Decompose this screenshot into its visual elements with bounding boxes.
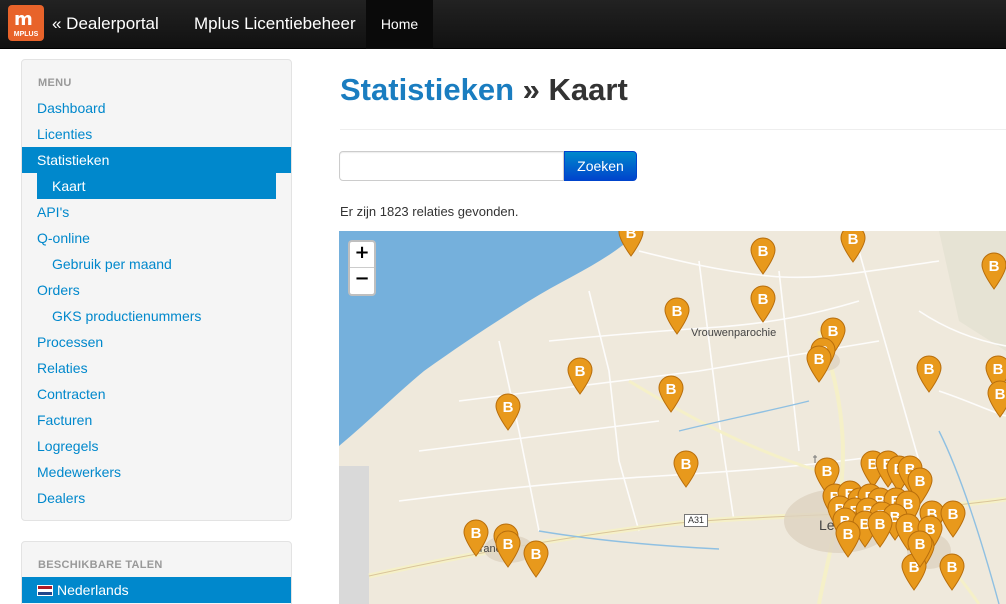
svg-text:B: B [875, 516, 886, 533]
map-marker[interactable]: B [495, 530, 521, 573]
map-marker[interactable]: B [463, 519, 489, 562]
languages-header: BESCHIKBARE TALEN [38, 559, 163, 571]
svg-text:B: B [948, 506, 959, 523]
top-navbar: m MPLUS « Dealerportal Mplus Licentiebeh… [0, 0, 1006, 49]
map-marker[interactable]: B [673, 450, 699, 493]
sidebar-item-relaties[interactable]: Relaties [22, 355, 291, 381]
map-road-a31: A31 [684, 514, 709, 527]
svg-text:B: B [531, 546, 542, 563]
language-label: Nederlands [57, 582, 129, 598]
svg-text:B: B [843, 526, 854, 543]
map-marker[interactable]: B [618, 231, 644, 262]
sidebar-item-contracten[interactable]: Contracten [22, 381, 291, 407]
map-marker[interactable]: B [867, 510, 893, 553]
sidebar-item-kaart[interactable]: Kaart [37, 173, 276, 199]
map-label-vrouwenparochie: Vrouwenparochie [691, 327, 777, 339]
map-marker[interactable]: B [907, 530, 933, 573]
map-marker[interactable]: B [750, 285, 776, 328]
sidebar-item-gebruik-per-maand[interactable]: Gebruik per maand [22, 251, 291, 277]
search-button[interactable]: Zoeken [564, 151, 637, 181]
map-marker[interactable]: B [840, 231, 866, 268]
map-marker[interactable]: B [916, 355, 942, 398]
sidebar-item-facturen[interactable]: Facturen [22, 407, 291, 433]
map-view[interactable]: Vrouwenparochie Franeker Le A31 BBBBBBBB… [339, 231, 1006, 604]
sidebar-item-orders[interactable]: Orders [22, 277, 291, 303]
breadcrumb-statistieken[interactable]: Statistieken [340, 72, 514, 107]
svg-text:B: B [993, 361, 1004, 378]
svg-text:B: B [915, 536, 926, 553]
sidebar-item-apis[interactable]: API's [22, 199, 291, 225]
sidebar-item-dealers[interactable]: Dealers [22, 485, 291, 511]
map-marker[interactable]: B [567, 357, 593, 400]
svg-text:B: B [989, 258, 1000, 275]
zoom-out-button[interactable]: − [350, 268, 374, 294]
map-marker[interactable]: B [750, 237, 776, 280]
sidebar-item-licenties[interactable]: Licenties [22, 121, 291, 147]
sidebar-item-q-online[interactable]: Q-online [22, 225, 291, 251]
breadcrumb-current: Kaart [548, 72, 628, 107]
sidebar-item-statistieken[interactable]: Statistieken [22, 147, 291, 173]
svg-text:B: B [471, 525, 482, 542]
zoom-in-button[interactable]: + [350, 242, 374, 268]
sidebar-item-medewerkers[interactable]: Medewerkers [22, 459, 291, 485]
map-marker[interactable]: B [835, 520, 861, 563]
dutch-flag-icon [37, 585, 53, 596]
map-marker[interactable]: B [523, 540, 549, 583]
app-name[interactable]: Mplus Licentiebeheer [194, 14, 356, 34]
svg-text:B: B [503, 536, 514, 553]
map-marker[interactable]: B [806, 345, 832, 388]
breadcrumb-separator: » [522, 72, 540, 107]
svg-text:B: B [848, 231, 859, 248]
svg-text:B: B [672, 303, 683, 320]
svg-text:B: B [575, 363, 586, 380]
svg-text:B: B [758, 291, 769, 308]
dealerportal-link[interactable]: « Dealerportal [52, 14, 159, 34]
sidebar-item-gks-productienummers[interactable]: GKS productienummers [22, 303, 291, 329]
title-divider [340, 129, 1006, 130]
nav-home[interactable]: Home [366, 0, 433, 49]
svg-text:B: B [758, 243, 769, 260]
map-marker[interactable]: B [658, 375, 684, 418]
svg-text:B: B [915, 473, 926, 490]
language-nederlands[interactable]: Nederlands [22, 577, 291, 603]
map-marker[interactable]: B [987, 380, 1006, 423]
languages-panel: BESCHIKBARE TALEN Nederlands [21, 541, 292, 604]
svg-text:B: B [814, 351, 825, 368]
svg-text:B: B [666, 381, 677, 398]
map-marker[interactable]: B [981, 252, 1006, 295]
search-input[interactable] [339, 151, 564, 181]
menu-header: MENU [38, 77, 72, 89]
map-marker[interactable]: B [495, 393, 521, 436]
svg-text:B: B [924, 361, 935, 378]
svg-text:B: B [822, 463, 833, 480]
svg-text:B: B [503, 399, 514, 416]
result-count: Er zijn 1823 relaties gevonden. [340, 204, 519, 219]
zoom-control: + − [348, 240, 376, 296]
svg-text:B: B [626, 231, 637, 242]
sidebar-item-processen[interactable]: Processen [22, 329, 291, 355]
mplus-logo[interactable]: m MPLUS [8, 5, 44, 41]
map-marker[interactable]: B [664, 297, 690, 340]
map-marker[interactable]: B [939, 553, 965, 596]
map-marker[interactable]: B [940, 500, 966, 543]
svg-text:B: B [681, 456, 692, 473]
sidebar-item-logregels[interactable]: Logregels [22, 433, 291, 459]
sidebar-menu: MENU Dashboard Licenties Statistieken Ka… [21, 59, 292, 521]
svg-text:B: B [947, 559, 958, 576]
sidebar-item-dashboard[interactable]: Dashboard [22, 95, 291, 121]
svg-text:B: B [995, 386, 1006, 403]
page-title: Statistieken » Kaart [340, 72, 628, 108]
